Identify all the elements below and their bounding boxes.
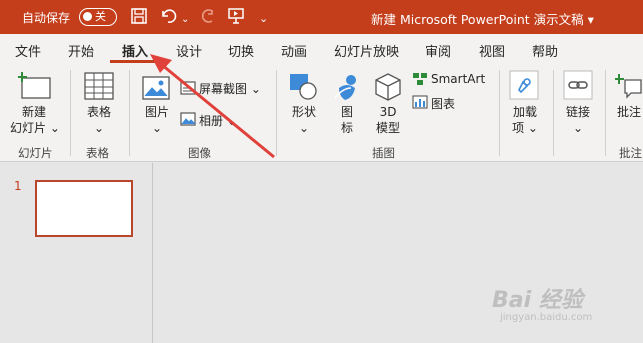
watermark-url: jingyan.baidu.com bbox=[500, 312, 593, 323]
watermark: Bai 经验 jingyan.baidu.com bbox=[492, 282, 592, 323]
watermark-logo-text: Bai 经验 bbox=[492, 288, 583, 313]
